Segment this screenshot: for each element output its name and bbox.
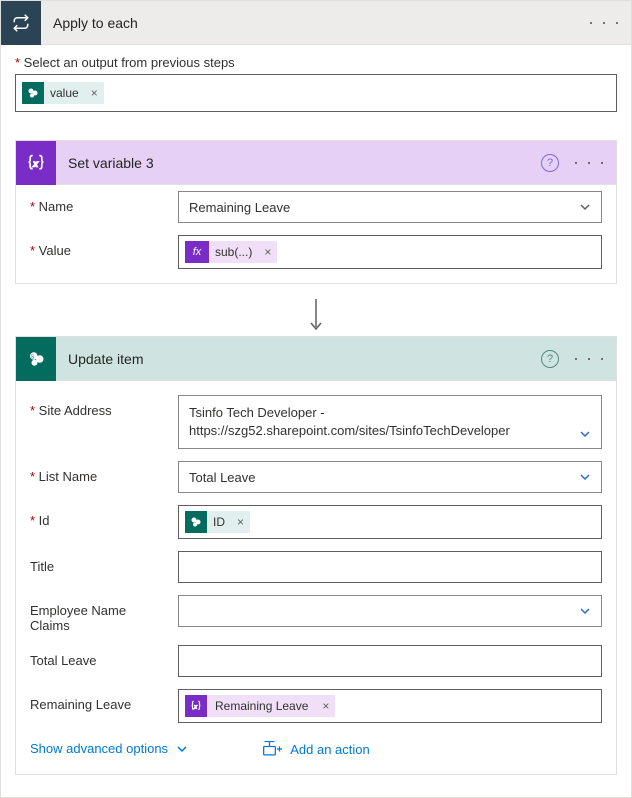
update-help-icon[interactable]: ? (541, 350, 559, 368)
remaining-leave-label: Remaining Leave (30, 689, 168, 712)
add-action-button[interactable]: Add an action (0, 741, 632, 757)
chevron-down-icon (579, 201, 591, 213)
chevron-down-icon (579, 471, 591, 483)
variable-icon: x (185, 695, 207, 717)
employee-label: Employee Name Claims (30, 595, 168, 633)
add-action-text: Add an action (290, 742, 370, 757)
svg-text:x: x (193, 704, 197, 710)
fx-token[interactable]: fx sub(...) × (185, 240, 277, 264)
sharepoint-icon (22, 82, 44, 104)
apply-header-title: Apply to each (53, 15, 588, 31)
employee-select[interactable] (178, 595, 602, 627)
value-input[interactable]: fx sub(...) × (178, 235, 602, 269)
fx-remove[interactable]: × (258, 241, 277, 263)
apply-menu-button[interactable]: · · · (588, 12, 621, 33)
set-variable-card: x Set variable 3 ? · · · Name Remaining … (15, 140, 617, 284)
token-text: value (44, 82, 85, 104)
site-line2: https://szg52.sharepoint.com/sites/Tsinf… (189, 422, 579, 440)
update-title: Update item (68, 351, 541, 367)
total-leave-input[interactable] (178, 645, 602, 677)
id-input[interactable]: ID × (178, 505, 602, 539)
remain-text: Remaining Leave (207, 695, 316, 717)
name-label: Name (30, 191, 168, 214)
apply-to-each-card: Apply to each · · · Select an output fro… (0, 0, 632, 798)
svg-text:x: x (33, 158, 39, 168)
token-remove[interactable]: × (85, 82, 104, 104)
remaining-leave-token[interactable]: x Remaining Leave × (185, 694, 335, 718)
total-leave-label: Total Leave (30, 645, 168, 668)
sharepoint-icon: S (16, 337, 56, 381)
update-item-card: S Update item ? · · · Site Address Tsinf… (15, 336, 617, 775)
set-var-help-icon[interactable]: ? (541, 154, 559, 172)
fx-icon: fx (185, 241, 209, 263)
variable-icon: x (16, 141, 56, 185)
value-label: Value (30, 235, 168, 258)
name-value: Remaining Leave (189, 200, 290, 215)
title-label: Title (30, 551, 168, 574)
update-menu-button[interactable]: · · · (573, 348, 606, 369)
remain-remove[interactable]: × (316, 695, 335, 717)
id-text: ID (207, 511, 231, 533)
chevron-down-icon (579, 605, 591, 617)
id-token[interactable]: ID × (185, 510, 250, 534)
loop-icon (1, 1, 41, 45)
connector-arrow (1, 296, 631, 336)
apply-body: Select an output from previous steps val… (1, 45, 631, 128)
value-token[interactable]: value × (22, 81, 104, 105)
title-input[interactable] (178, 551, 602, 583)
site-address-label: Site Address (30, 395, 168, 418)
list-name-label: List Name (30, 461, 168, 484)
apply-to-each-header[interactable]: Apply to each · · · (1, 1, 631, 45)
update-item-header[interactable]: S Update item ? · · · (16, 337, 616, 381)
list-value: Total Leave (189, 470, 256, 485)
set-var-title: Set variable 3 (68, 155, 541, 171)
set-variable-header[interactable]: x Set variable 3 ? · · · (16, 141, 616, 185)
name-select[interactable]: Remaining Leave (178, 191, 602, 223)
list-name-select[interactable]: Total Leave (178, 461, 602, 493)
remaining-leave-input[interactable]: x Remaining Leave × (178, 689, 602, 723)
id-remove[interactable]: × (231, 511, 250, 533)
id-label: Id (30, 505, 168, 528)
site-line1: Tsinfo Tech Developer - (189, 404, 579, 422)
sharepoint-icon (185, 511, 207, 533)
set-var-menu-button[interactable]: · · · (573, 152, 606, 173)
site-address-select[interactable]: Tsinfo Tech Developer - https://szg52.sh… (178, 395, 602, 449)
chevron-down-icon (579, 428, 591, 440)
output-input[interactable]: value × (15, 74, 617, 112)
fx-text: sub(...) (209, 241, 258, 263)
output-label: Select an output from previous steps (15, 55, 617, 70)
svg-text:S: S (31, 354, 35, 360)
add-action-icon (262, 741, 282, 757)
